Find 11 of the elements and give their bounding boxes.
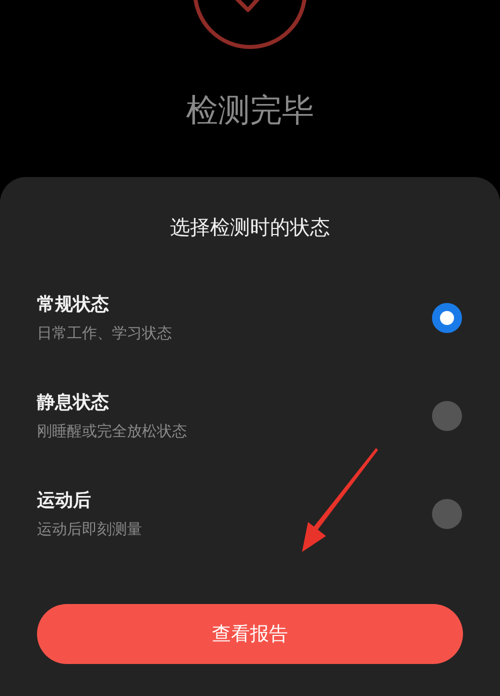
- option-label[interactable]: 静息状态: [37, 390, 187, 416]
- sheet-title: 选择检测时的状态: [169, 214, 331, 241]
- option-label[interactable]: 常规状态: [37, 292, 172, 318]
- option-description: 刚睡醒或完全放松状态: [37, 421, 187, 442]
- radio-button[interactable]: [432, 401, 462, 431]
- radio-button[interactable]: [432, 303, 462, 333]
- option-description: 运动后即刻测量: [37, 519, 142, 540]
- option-description: 日常工作、学习状态: [37, 323, 172, 344]
- result-title: 检测完毕: [186, 90, 314, 130]
- radio-button[interactable]: [432, 499, 462, 529]
- option-label[interactable]: 运动后: [37, 488, 142, 514]
